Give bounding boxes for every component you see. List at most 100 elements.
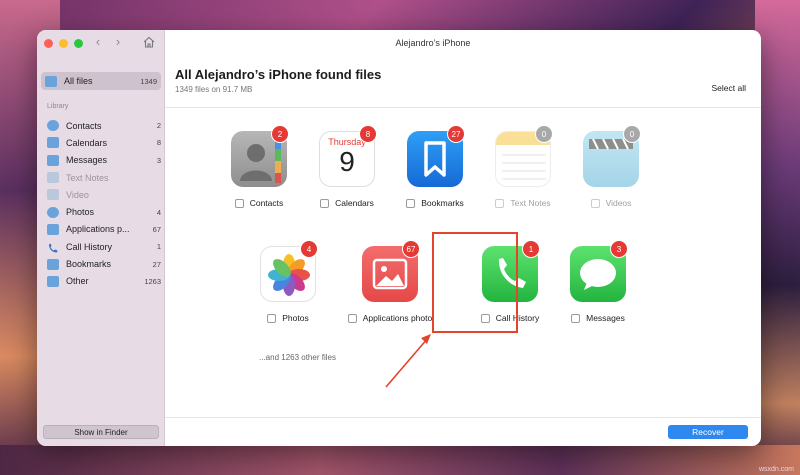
tile-label-text: Videos <box>605 198 632 208</box>
recover-button[interactable]: Recover <box>668 425 748 439</box>
sidebar-item-label: Calendars <box>66 137 108 148</box>
calendar-icon <box>47 137 59 149</box>
all-files-icon <box>45 75 57 87</box>
sidebar-item-video[interactable]: Video <box>47 186 161 203</box>
notes-icon <box>47 172 59 184</box>
sidebar-item-count: 3 <box>156 155 161 165</box>
window-controls <box>44 39 83 48</box>
zoom-window-button[interactable] <box>74 39 83 48</box>
sidebar-item-label: Bookmarks <box>66 259 112 270</box>
tile-label-text: Applications photo <box>362 313 433 323</box>
forward-arrow-icon[interactable]: › <box>113 34 123 49</box>
tile-calendars[interactable]: Thursday 9 8 Calendars <box>307 125 387 221</box>
sidebar-library-list: Contacts 2 Calendars 8 Messages 3 Text N… <box>47 117 161 290</box>
tile-label: Text Notes <box>483 198 563 208</box>
sidebar-item-label: Other <box>66 276 89 287</box>
wallpaper-right <box>755 0 800 475</box>
count-badge: 1 <box>522 240 540 258</box>
sidebar-item-calendars[interactable]: Calendars 8 <box>47 134 161 151</box>
sidebar-item-label: Applications p... <box>66 224 130 235</box>
tile-bookmarks[interactable]: 27 Bookmarks <box>395 125 475 221</box>
calendars-checkbox[interactable] <box>320 198 330 208</box>
sidebar-item-label: Contacts <box>66 120 102 131</box>
select-all-link[interactable]: Select all <box>712 83 747 93</box>
count-badge: 8 <box>359 125 377 143</box>
tile-label: Photos <box>248 313 328 323</box>
calendar-day-number: 9 <box>339 146 355 177</box>
sidebar-item-count: 27 <box>152 259 161 269</box>
tile-photos[interactable]: 4 Photos <box>248 240 328 336</box>
sidebar-item-applications[interactable]: Applications p... 67 <box>47 221 161 238</box>
sidebar-item-label: All files <box>64 76 93 86</box>
minimize-window-button[interactable] <box>59 39 68 48</box>
applications-photo-checkbox[interactable] <box>347 313 357 323</box>
count-badge: 67 <box>402 240 420 258</box>
sidebar-item-label: Video <box>66 189 89 200</box>
sidebar-section-library: Library <box>47 103 69 110</box>
messages-checkbox[interactable] <box>571 313 581 323</box>
count-badge: 2 <box>271 125 289 143</box>
tile-messages[interactable]: 3 Messages <box>558 240 638 336</box>
tile-contacts[interactable]: 2 Contacts <box>219 125 299 221</box>
bookmarks-checkbox[interactable] <box>406 198 416 208</box>
sidebar-item-other[interactable]: Other 1263 <box>47 273 161 290</box>
sidebar-item-count: 1349 <box>140 76 157 86</box>
other-files-text: ...and 1263 other files <box>259 353 336 362</box>
tile-text-notes[interactable]: 0 Text Notes <box>483 125 563 221</box>
main-header: All Alejandro’s iPhone found files 1349 … <box>175 67 381 94</box>
page-title: All Alejandro’s iPhone found files <box>175 67 382 82</box>
tile-label-text: Messages <box>586 313 625 323</box>
annotation-highlight-box <box>432 232 518 333</box>
footer-divider <box>165 417 761 418</box>
wallpaper-bottom <box>0 445 800 475</box>
videos-checkbox[interactable] <box>590 198 600 208</box>
count-badge: 27 <box>447 125 465 143</box>
sidebar-item-messages[interactable]: Messages 3 <box>47 152 161 169</box>
sidebar-item-label: Text Notes <box>66 172 109 183</box>
back-arrow-icon[interactable]: ‹ <box>93 34 103 49</box>
tile-label-text: Contacts <box>249 198 284 208</box>
sidebar-item-all-files[interactable]: All files 1349 <box>41 72 161 90</box>
applications-icon <box>47 223 59 235</box>
count-badge: 0 <box>623 125 641 143</box>
window-titlebar: Alejandro’s iPhone <box>165 30 761 55</box>
contacts-checkbox[interactable] <box>234 198 244 208</box>
page-subtitle: 1349 files on 91.7 MB <box>175 85 253 94</box>
sidebar-item-count: 8 <box>156 138 161 148</box>
text-notes-checkbox[interactable] <box>495 198 505 208</box>
sidebar-item-count: 2 <box>156 121 161 131</box>
sidebar-item-label: Messages <box>66 155 108 166</box>
tile-label: Calendars <box>307 198 387 208</box>
navigation-arrows: ‹ › <box>93 34 123 49</box>
tile-videos[interactable]: 0 Videos <box>571 125 651 221</box>
sidebar-item-label: Photos <box>66 207 95 218</box>
tile-label-text: Bookmarks <box>421 198 464 208</box>
home-icon[interactable] <box>142 35 156 49</box>
photos-icon <box>47 206 59 218</box>
sidebar-item-count: 1263 <box>144 276 161 286</box>
sidebar-item-count: 67 <box>152 224 161 234</box>
tile-label-text: Photos <box>282 313 309 323</box>
video-icon <box>47 189 59 201</box>
bookmark-icon <box>47 258 59 270</box>
count-badge: 0 <box>535 125 553 143</box>
sidebar-item-label: Call History <box>66 241 113 252</box>
show-in-finder-button[interactable]: Show in Finder <box>43 425 159 439</box>
sidebar-item-bookmarks[interactable]: Bookmarks 27 <box>47 255 161 272</box>
tile-label: Messages <box>558 313 638 323</box>
sidebar-item-photos[interactable]: Photos 4 <box>47 203 161 220</box>
sidebar-item-count: 1 <box>156 242 161 252</box>
sidebar-item-count: 4 <box>156 207 161 217</box>
sidebar: ‹ › All files 1349 Library Contacts 2 Ca… <box>37 30 165 446</box>
sidebar-item-contacts[interactable]: Contacts 2 <box>47 117 161 134</box>
tile-label: Videos <box>571 198 651 208</box>
count-badge: 4 <box>300 240 318 258</box>
sidebar-item-text-notes[interactable]: Text Notes <box>47 169 161 186</box>
photos-checkbox[interactable] <box>267 313 277 323</box>
folder-icon <box>47 275 59 287</box>
sidebar-item-call-history[interactable]: Call History 1 <box>47 238 161 255</box>
tile-applications-photo[interactable]: 67 Applications photo <box>342 240 438 336</box>
close-window-button[interactable] <box>44 39 53 48</box>
header-divider <box>165 107 761 108</box>
tile-label: Contacts <box>219 198 299 208</box>
